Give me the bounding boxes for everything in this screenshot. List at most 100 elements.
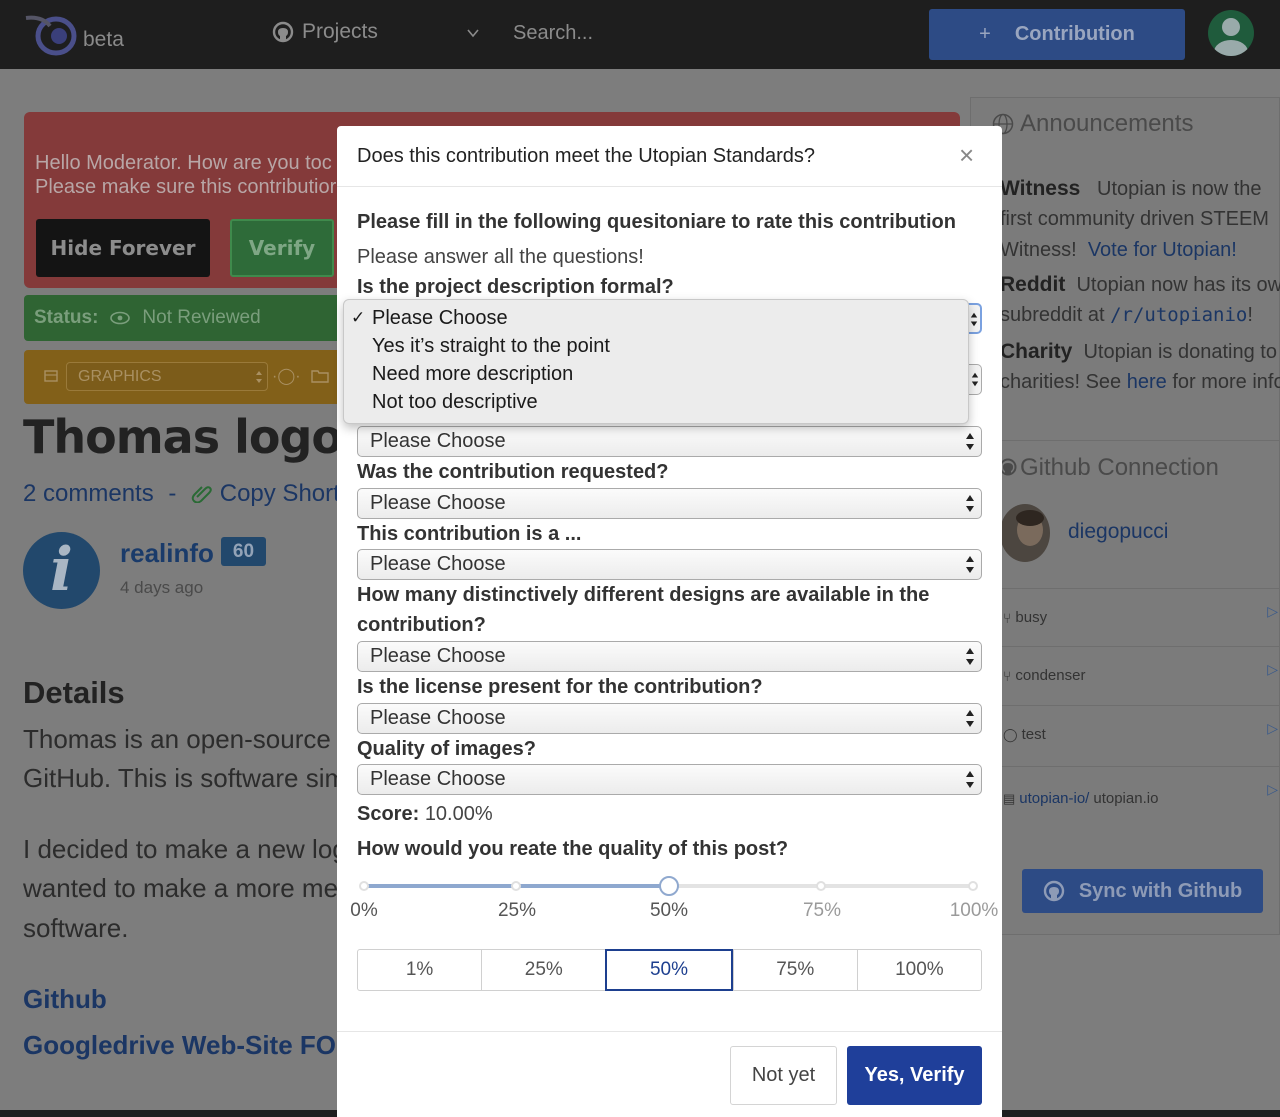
github-link[interactable]: Github [23,984,107,1015]
select-value: Please Choose [370,553,506,575]
repo-row[interactable]: ▤ utopian-io/utopian.io ▷ [1000,766,1280,830]
status-value: Not Reviewed [142,307,261,328]
comments-link[interactable]: 2 comments [23,480,154,507]
separator: - [168,480,177,507]
sync-arrow-icon[interactable]: ▷ [1267,661,1278,678]
github-connection-heading: Github Connection [1020,454,1219,481]
image-icon [44,370,58,382]
contribution-type-select[interactable]: Please Choose [357,549,982,580]
utopian-logo-icon[interactable] [24,12,78,56]
slider-stop[interactable] [359,881,369,891]
add-contribution-button[interactable]: + Contribution [929,9,1185,60]
select-arrows-icon [966,556,974,573]
user-silhouette-icon [1214,18,1248,56]
dropdown-option-not-descriptive[interactable]: Not too descriptive [344,388,968,416]
slider-mark: 100% [949,900,999,921]
select-arrows-icon [966,710,974,727]
reddit-line: Reddit Utopian now has its own [1000,273,1280,297]
slider-mark: 0% [350,900,378,921]
reddit-text: Utopian now has its own [1076,274,1280,296]
github-username[interactable]: diegopucci [1068,520,1168,544]
sync-arrow-icon[interactable]: ▷ [1267,781,1278,798]
github-user-avatar[interactable] [1000,504,1050,562]
question-designs: How many distinctively different designs… [357,584,930,606]
vote-link[interactable]: Vote for Utopian! [1088,239,1237,261]
eye-icon [110,311,131,325]
repo-row[interactable]: ⑂ busy ▷ [1000,588,1280,646]
charity-line: Charity Utopian is donating to [1000,340,1277,364]
hide-forever-button[interactable]: Hide Forever [36,219,210,277]
user-avatar[interactable] [1208,10,1254,56]
select-value: Please Choose [370,492,506,514]
quality-option-50[interactable]: 50% [605,949,733,991]
modal-title: Does this contribution meet the Utopian … [357,145,816,167]
details-heading: Details [23,675,125,710]
quality-option-25[interactable]: 25% [481,950,605,990]
charity-text: for more info. [1172,371,1280,393]
question-requested: Was the contribution requested? [357,461,669,483]
slider-stop[interactable] [511,881,521,891]
quality-option-100[interactable]: 100% [856,950,981,990]
quality-slider-handle[interactable] [659,876,679,896]
image-quality-select[interactable]: Please Choose [357,764,982,795]
option-label: Need more description [372,363,574,385]
category-select[interactable]: GRAPHICS [66,362,268,391]
not-yet-button[interactable]: Not yet [730,1046,837,1105]
select-arrows-icon [971,372,979,387]
slider-stop[interactable] [968,881,978,891]
description-formal-select[interactable] [968,303,982,334]
quality-question: How would you reate the quality of this … [357,838,789,860]
designs-count-select[interactable]: Please Choose [357,641,982,672]
github-small-icon: ·◯· [272,368,301,385]
charity-line-2: charities! See here for more info. [1000,371,1280,394]
select-arrows-icon [966,648,974,665]
dropdown-option-straight[interactable]: Yes it’s straight to the point [344,332,968,360]
sync-arrow-icon[interactable]: ▷ [1267,603,1278,620]
author-name[interactable]: realinfo [120,538,214,569]
subreddit-link[interactable]: /r/utopianio [1110,304,1247,326]
contribution-requested-select[interactable]: Please Choose [357,488,982,519]
github-icon [272,21,294,43]
body-text: I decided to make a new logo [23,834,362,864]
googledrive-link[interactable]: Googledrive Web-Site FONT [23,1030,371,1061]
chevron-down-icon[interactable] [466,26,480,40]
top-navbar: beta Projects Search... + Contribution [0,0,1280,69]
sync-with-github-button[interactable]: Sync with Github [1022,869,1263,913]
quality-option-1[interactable]: 1% [358,950,481,990]
repo-row[interactable]: ⑂ condenser ▷ [1000,646,1280,704]
license-select[interactable]: Please Choose [357,703,982,734]
dropdown-option-more-description[interactable]: Need more description [344,360,968,388]
charity-link[interactable]: here [1127,371,1167,393]
github-icon: ◯ [1003,726,1018,742]
question-license: Is the license present for the contribut… [357,676,763,698]
repo-name: condenser [1015,667,1086,684]
quality-option-75[interactable]: 75% [732,950,857,990]
sync-arrow-icon[interactable]: ▷ [1267,720,1278,737]
hidden-select-edge[interactable] [968,364,982,395]
repo-owner: utopian-io/ [1019,790,1090,807]
projects-menu[interactable]: Projects [272,20,378,44]
alert-greeting: Hello Moderator. How are you toc [35,152,332,174]
verify-button[interactable]: Verify [230,219,334,277]
yes-verify-button[interactable]: Yes, Verify [847,1046,982,1105]
charity-text: Utopian is donating to [1083,341,1277,363]
select-value: Please Choose [370,645,506,667]
select-arrows-icon [966,433,974,450]
divider [1000,440,1280,441]
slider-mark: 75% [802,900,842,921]
slider-stop[interactable] [816,881,826,891]
alert-instruction: Please make sure this contributior [35,176,337,198]
body-text: GitHub. This is software simp [23,763,361,793]
close-icon[interactable]: × [959,142,974,168]
reddit-text: subreddit at [1000,304,1105,326]
dropdown-option-please-choose[interactable]: ✓ Please Choose [344,304,968,332]
repo-name: utopian.io [1093,790,1159,807]
repo-row[interactable]: ◯ test ▷ [1000,705,1280,763]
questionnaire-note: Please answer all the questions! [357,246,644,268]
category-value: GRAPHICS [78,368,162,385]
select-value: Please Choose [370,768,506,790]
question-2-select[interactable]: Please Choose [357,426,982,457]
search-input[interactable]: Search... [513,22,593,45]
beta-label: beta [83,28,124,51]
author-avatar[interactable]: i [23,532,100,609]
